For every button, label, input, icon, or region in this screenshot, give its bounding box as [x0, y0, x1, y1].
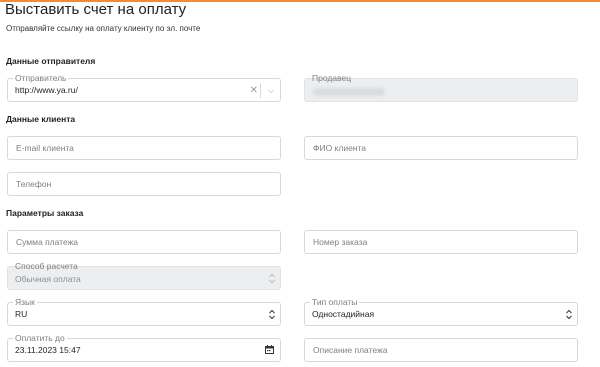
updown-arrows-icon[interactable] [566, 309, 572, 320]
phone-placeholder: Телефон [16, 179, 52, 189]
payment-type-select[interactable]: Тип оплаты Одностадийная [304, 297, 578, 326]
section-title-client: Данные клиента [6, 114, 76, 124]
calendar-icon[interactable] [265, 345, 274, 354]
sender-select[interactable]: Отправитель http://www.ya.ru/ ✕ ⌵ [7, 73, 281, 102]
amount-field[interactable]: Сумма платежа [7, 230, 281, 254]
seller-label: Продавец [312, 73, 352, 83]
seller-value-blurred [313, 88, 385, 96]
seller-field: Продавец [304, 73, 578, 102]
language-value: RU [15, 309, 28, 319]
settlement-select: Способ расчета Обычная оплата [7, 261, 281, 290]
section-title-sender: Данные отправителя [6, 56, 96, 66]
payment-type-value: Одностадийная [312, 309, 375, 319]
phone-field[interactable]: Телефон [7, 172, 281, 196]
section-title-order: Параметры заказа [6, 208, 84, 218]
select-separator [260, 83, 261, 98]
clear-icon[interactable]: ✕ [250, 85, 258, 96]
chevron-down-icon[interactable]: ⌵ [268, 85, 274, 96]
order-number-field[interactable]: Номер заказа [304, 230, 578, 254]
sender-value: http://www.ya.ru/ [15, 85, 78, 95]
language-select[interactable]: Язык RU [7, 297, 281, 326]
email-field[interactable]: E-mail клиента [7, 136, 281, 160]
pay-until-value: 23.11.2023 15:47 [15, 345, 81, 355]
settlement-value: Обычная оплата [15, 274, 81, 284]
pay-until-field[interactable]: Оплатить до 23.11.2023 15:47 [7, 333, 281, 362]
updown-arrows-icon [269, 273, 275, 284]
amount-placeholder: Сумма платежа [16, 237, 79, 247]
payment-description-placeholder: Описание платежа [313, 345, 388, 355]
client-name-field[interactable]: ФИО клиента [304, 136, 578, 160]
sender-label: Отправитель [13, 73, 69, 83]
email-placeholder: E-mail клиента [16, 143, 74, 153]
page-subtitle: Отправляйте ссылку на оплату клиенту по … [6, 24, 201, 33]
payment-type-label: Тип оплаты [310, 297, 360, 307]
payment-description-field[interactable]: Описание платежа [304, 338, 578, 362]
pay-until-label: Оплатить до [13, 333, 67, 343]
client-name-placeholder: ФИО клиента [313, 143, 367, 153]
updown-arrows-icon[interactable] [269, 309, 275, 320]
order-number-placeholder: Номер заказа [313, 237, 368, 247]
language-label: Язык [13, 297, 37, 307]
settlement-label: Способ расчета [15, 261, 78, 271]
page-title: Выставить счет на оплату [5, 1, 187, 18]
